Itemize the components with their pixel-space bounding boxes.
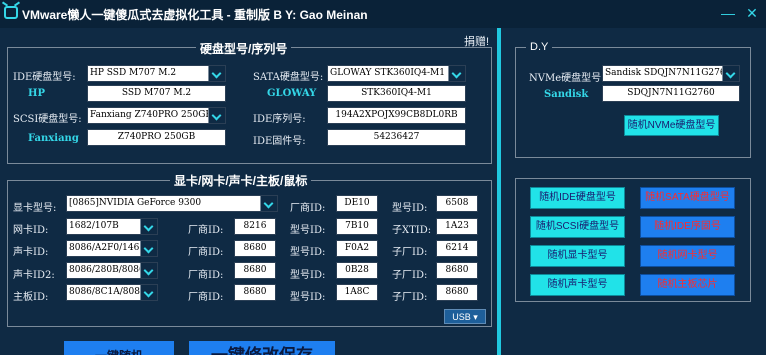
- ide-serial-input[interactable]: 194A2XPOJX99CB8DL0RB: [327, 107, 466, 124]
- chevron-down-icon: [140, 241, 157, 256]
- random-scsi-button[interactable]: 随机SCSI硬盘型号: [530, 216, 625, 238]
- sound1-model-input[interactable]: F0A2: [336, 240, 378, 257]
- nvme-model-select[interactable]: Sandisk SDQJN7N11G2760: [602, 65, 740, 82]
- motherboard-vendor-input[interactable]: 8680: [234, 284, 276, 301]
- scsi-model-label: SCSI硬盘型号:: [13, 114, 82, 125]
- close-button[interactable]: ✕: [742, 4, 762, 22]
- sound2-sub-input[interactable]: 8680: [436, 262, 478, 279]
- gpu-model-input[interactable]: 6508: [436, 195, 478, 212]
- sound1-sub-label: 子厂ID:: [392, 247, 428, 258]
- sound2-select[interactable]: 8086/280B/8086: [66, 262, 158, 279]
- sound2-model-input[interactable]: 0B28: [336, 262, 378, 279]
- scsi-model-select[interactable]: Fanxiang Z740PRO 250GB: [87, 107, 226, 124]
- gpu-vendor-label: 厂商ID:: [290, 203, 326, 214]
- nvme-model-input[interactable]: SDQJN7N11G2760: [602, 85, 740, 102]
- motherboard-label: 主板ID:: [13, 292, 49, 303]
- chevron-down-icon: [140, 263, 157, 278]
- motherboard-model-label: 型号ID:: [290, 292, 326, 303]
- panel-divider: [497, 28, 501, 355]
- sound2-model-label: 型号ID:: [290, 270, 326, 281]
- nic-model-input[interactable]: 7B10: [336, 218, 378, 235]
- title-bar: VMware懒人一键傻瓜式去虚拟化工具 - 重制版 B Y: Gao Meina…: [0, 0, 766, 28]
- ide-firmware-input[interactable]: 54236427: [327, 129, 466, 146]
- nvme-model-label: NVMe硬盘型号:: [529, 73, 605, 84]
- sound1-model-label: 型号ID:: [290, 247, 326, 258]
- motherboard-sub-input[interactable]: 8680: [436, 284, 478, 301]
- ide-brand: HP: [28, 88, 45, 99]
- motherboard-select[interactable]: 8086/8C1A/8086: [66, 284, 158, 301]
- nic-select[interactable]: 1682/107B: [66, 218, 158, 235]
- nic-vendor-label: 厂商ID:: [188, 225, 224, 236]
- ide-model-input[interactable]: SSD M707 M.2: [87, 85, 226, 102]
- usb-dropdown-button[interactable]: USB ▾: [444, 309, 486, 324]
- donate-link[interactable]: 捐赠!: [464, 33, 489, 49]
- sata-brand: GLOWAY: [267, 88, 317, 99]
- sound1-select[interactable]: 8086/A2F0/1462: [66, 240, 158, 257]
- gpu-vendor-input[interactable]: DE10: [336, 195, 378, 212]
- hardware-group-title: 显卡/网卡/声卡/主板/鼠标: [170, 172, 312, 189]
- random-nvme-button[interactable]: 随机NVMe硬盘型号: [624, 115, 719, 136]
- motherboard-vendor-label: 厂商ID:: [188, 292, 224, 303]
- window-title: VMware懒人一键傻瓜式去虚拟化工具 - 重制版 B Y: Gao Meina…: [22, 8, 368, 22]
- ide-model-select[interactable]: HP SSD M707 M.2: [87, 65, 226, 82]
- nic-sub-label: 子XTID:: [392, 225, 432, 236]
- random-nic-button[interactable]: 随机网卡型号: [640, 245, 735, 267]
- gpu-model-label: 型号ID:: [392, 203, 428, 214]
- one-click-random-button[interactable]: 一键随机: [64, 341, 174, 355]
- sound1-vendor-input[interactable]: 8680: [234, 240, 276, 257]
- one-click-save-button[interactable]: 一键修改保存: [189, 341, 335, 355]
- random-gpu-button[interactable]: 随机显卡型号: [530, 245, 625, 267]
- sound2-label: 声卡ID2:: [13, 270, 55, 281]
- minimize-button[interactable]: —: [718, 4, 738, 22]
- chevron-down-icon: [722, 66, 739, 81]
- random-motherboard-button[interactable]: 随机主板芯片: [640, 274, 735, 296]
- chevron-down-icon: [448, 66, 465, 81]
- storage-group-title: 硬盘型号/序列号: [196, 40, 292, 57]
- random-ide-button[interactable]: 随机IDE硬盘型号: [530, 187, 625, 209]
- gpu-label: 显卡型号:: [13, 203, 57, 214]
- random-ide-serial-button[interactable]: 随机IDE序固号: [640, 216, 735, 238]
- gpu-select[interactable]: [0865]NVIDIA GeForce 9300: [66, 195, 278, 212]
- chevron-down-icon: [260, 196, 277, 211]
- nic-sub-input[interactable]: 1A23: [436, 218, 478, 235]
- nic-vendor-input[interactable]: 8216: [234, 218, 276, 235]
- nic-label: 网卡ID:: [13, 225, 49, 236]
- chevron-down-icon: [140, 219, 157, 234]
- random-sata-button[interactable]: 随机SATA硬盘型号: [640, 187, 735, 209]
- chevron-down-icon: [208, 66, 225, 81]
- chevron-down-icon: [208, 108, 225, 123]
- sound2-vendor-input[interactable]: 8680: [234, 262, 276, 279]
- scsi-model-input[interactable]: Z740PRO 250GB: [87, 129, 226, 146]
- ide-model-label: IDE硬盘型号:: [13, 72, 76, 83]
- motherboard-sub-label: 子厂ID:: [392, 292, 428, 303]
- sound2-sub-label: 子厂ID:: [392, 270, 428, 281]
- sound1-label: 声卡ID:: [13, 247, 49, 258]
- nic-model-label: 型号ID:: [290, 225, 326, 236]
- ide-serial-label: IDE序列号:: [253, 114, 306, 125]
- scsi-brand: Fanxiang: [28, 133, 79, 144]
- motherboard-model-input[interactable]: 1A8C: [336, 284, 378, 301]
- nvme-brand: Sandisk: [544, 89, 589, 100]
- sata-model-select[interactable]: GLOWAY STK360IQ4-M1: [327, 65, 466, 82]
- dy-group: [515, 47, 751, 158]
- sound1-vendor-label: 厂商ID:: [188, 247, 224, 258]
- dy-group-title: D.Y: [526, 41, 553, 53]
- sound2-vendor-label: 厂商ID:: [188, 270, 224, 281]
- sound1-sub-input[interactable]: 6214: [436, 240, 478, 257]
- ide-firmware-label: IDE固件号:: [253, 136, 306, 147]
- tv-icon: [4, 6, 18, 19]
- random-sound-button[interactable]: 随机声卡型号: [530, 274, 625, 296]
- chevron-down-icon: [140, 285, 157, 300]
- sata-model-label: SATA硬盘型号:: [253, 72, 324, 83]
- sata-model-input[interactable]: STK360IQ4-M1: [327, 85, 466, 102]
